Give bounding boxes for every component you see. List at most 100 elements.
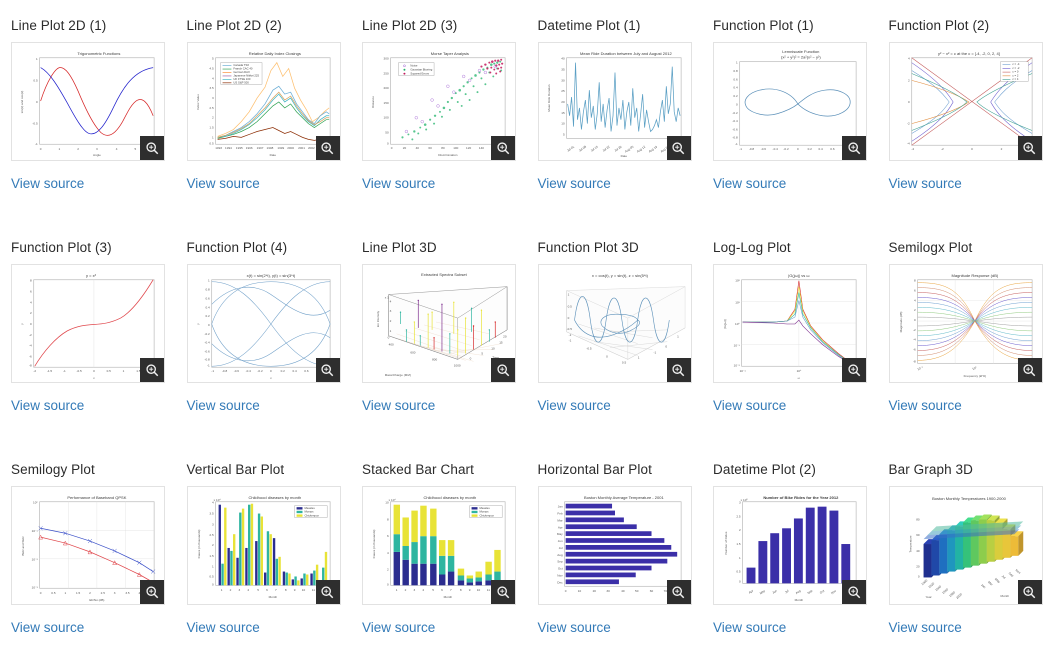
thumbnail-line-plot-2d-1[interactable]: Trigonometric Functions 1 0.5 0 -0.5 -1 0 1… bbox=[11, 42, 165, 161]
view-source-link[interactable]: View source bbox=[187, 621, 260, 635]
view-source-link[interactable]: View source bbox=[187, 399, 260, 413]
svg-text:2: 2 bbox=[211, 116, 213, 120]
svg-text:10: 10 bbox=[577, 589, 581, 593]
svg-text:20: 20 bbox=[592, 589, 596, 593]
magnifier-plus-icon[interactable] bbox=[1017, 580, 1042, 604]
thumbnail-function-plot-1[interactable]: Lemniscate Function (x² + y²)² = 2a²(x² … bbox=[713, 42, 867, 161]
magnifier-plus-icon[interactable] bbox=[491, 358, 515, 382]
view-source-link[interactable]: View source bbox=[713, 621, 786, 635]
magnifier-plus-icon[interactable] bbox=[842, 358, 866, 382]
svg-text:1.5: 1.5 bbox=[76, 591, 81, 595]
svg-text:2: 2 bbox=[739, 528, 741, 532]
svg-text:3: 3 bbox=[211, 522, 213, 526]
thumbnail-line-plot-3d[interactable]: Extracted Spectra Subset x 10⁴ 4 3 2 1 0… bbox=[362, 264, 516, 383]
svg-text:20: 20 bbox=[503, 335, 507, 339]
svg-text:35: 35 bbox=[561, 68, 565, 72]
svg-text:0.8: 0.8 bbox=[205, 288, 210, 292]
view-source-link[interactable]: View source bbox=[187, 177, 260, 191]
legend-item-3: c = 2 bbox=[1012, 73, 1019, 77]
magnifier-plus-icon[interactable] bbox=[842, 580, 866, 604]
thumbnail-function-plot-3d[interactable]: x = cos(t), y = sin(t), z = sin(5*t) 1 0.… bbox=[537, 264, 692, 383]
y-axis-label: Ion Intensity bbox=[376, 310, 380, 327]
magnifier-plus-icon[interactable] bbox=[491, 136, 515, 160]
thumbnail-semilogx-plot[interactable]: Magnitude Response (dB) 864 2 0 -2 -4 -6 -8 … bbox=[888, 264, 1043, 383]
thumbnail-datetime-plot-2[interactable]: Number of Bike Rides for the Year 2012 x… bbox=[713, 486, 867, 605]
magnifier-plus-icon[interactable] bbox=[140, 136, 164, 160]
legend-item-5: US S&P 500 bbox=[233, 80, 249, 84]
magnifier-plus-icon[interactable] bbox=[315, 580, 340, 604]
svg-text:4: 4 bbox=[913, 298, 915, 302]
view-source-link[interactable]: View source bbox=[713, 399, 786, 413]
x-axis-label: Mass/Charge (M/Z) bbox=[385, 373, 411, 377]
thumbnail-datetime-plot-1[interactable]: Mean Ride Duration between July and Augu… bbox=[537, 42, 692, 161]
thumbnail-semilogy-plot[interactable]: Performance of Baseband QPSK 10⁰ 10⁻¹ 10⁻… bbox=[11, 486, 165, 605]
svg-text:0: 0 bbox=[739, 579, 741, 583]
thumbnail-stacked-bar-chart[interactable]: Childhood diseases by month x 10⁴ 10 8 6 4… bbox=[362, 486, 516, 605]
svg-text:40: 40 bbox=[916, 549, 920, 553]
thumbnail-log-log-plot[interactable]: |G(jω)| vs ω 10²10¹10⁰ 10⁻¹10⁻² 10⁻¹10⁰1… bbox=[713, 264, 867, 383]
thumbnail-function-plot-3[interactable]: y = x³ 8 6 4 2 0 -2 -4 -6 -8 -2 -1.5 -1 -0.5 0 0.5… bbox=[11, 264, 165, 383]
magnifier-plus-icon[interactable] bbox=[1017, 136, 1042, 160]
svg-text:1: 1 bbox=[211, 565, 213, 569]
view-source-link[interactable]: View source bbox=[362, 177, 435, 191]
svg-text:May: May bbox=[556, 532, 562, 536]
svg-text:-1: -1 bbox=[735, 142, 738, 146]
svg-text:11: 11 bbox=[311, 588, 314, 592]
magnifier-plus-icon[interactable] bbox=[140, 358, 164, 382]
svg-text:6: 6 bbox=[913, 289, 915, 293]
svg-text:8: 8 bbox=[387, 517, 389, 521]
svg-text:1: 1 bbox=[739, 556, 741, 560]
svg-text:6: 6 bbox=[30, 290, 32, 294]
thumbnail-function-plot-4[interactable]: x(t) = sin(2*t), y(t) = sin(3*t) 1 0.8 0.6… bbox=[186, 264, 341, 383]
magnifier-plus-icon[interactable] bbox=[666, 358, 691, 382]
svg-text:-0.8: -0.8 bbox=[204, 357, 210, 361]
svg-text:1993: 1993 bbox=[215, 146, 222, 150]
magnifier-plus-icon[interactable] bbox=[1017, 358, 1042, 382]
view-source-link[interactable]: View source bbox=[11, 621, 84, 635]
view-source-link[interactable]: View source bbox=[889, 177, 962, 191]
legend-item-4: c = 4 bbox=[1012, 77, 1019, 81]
magnifier-plus-icon[interactable] bbox=[140, 580, 164, 604]
svg-text:1995: 1995 bbox=[235, 146, 242, 150]
view-source-link[interactable]: View source bbox=[538, 177, 611, 191]
gallery-cell-line-plot-2d-1: Line Plot 2D (1) Trigonometric Functions… bbox=[0, 0, 176, 222]
thumbnail-line-plot-2d-3[interactable]: Morse Taper Analysis 300 250 200 150 100 50… bbox=[362, 42, 516, 161]
magnifier-plus-icon[interactable] bbox=[315, 358, 340, 382]
view-source-link[interactable]: View source bbox=[538, 621, 611, 635]
svg-text:140: 140 bbox=[479, 146, 484, 150]
svg-text:5: 5 bbox=[432, 588, 434, 592]
magnifier-plus-icon[interactable] bbox=[491, 580, 515, 604]
svg-text:-1: -1 bbox=[568, 333, 571, 337]
thumbnail-function-plot-2[interactable]: y² − x² = c at the c = [-4, -2, 0, 2, 4]… bbox=[888, 42, 1043, 161]
magnifier-plus-icon[interactable] bbox=[666, 580, 691, 604]
view-source-link[interactable]: View source bbox=[889, 399, 962, 413]
view-source-link[interactable]: View source bbox=[362, 621, 435, 635]
legend-item-0: Measles bbox=[304, 506, 315, 510]
view-source-link[interactable]: View source bbox=[713, 177, 786, 191]
thumbnail-line-plot-2d-2[interactable]: Relative Daily Index Closings 5 4.5 4 3.5 … bbox=[186, 42, 341, 161]
view-source-link[interactable]: View source bbox=[362, 399, 435, 413]
cell-title: Vertical Bar Plot bbox=[186, 462, 285, 477]
svg-text:1.5: 1.5 bbox=[209, 554, 214, 558]
svg-text:3: 3 bbox=[96, 147, 98, 151]
thumbnail-vertical-bar-plot[interactable]: Childhood diseases by month x 10⁴ 4 3.5 3 … bbox=[186, 486, 341, 605]
view-source-link[interactable]: View source bbox=[538, 399, 611, 413]
plot-title: Morse Taper Analysis bbox=[431, 51, 469, 56]
plot-title: Extracted Spectra Subset bbox=[421, 272, 468, 277]
svg-text:100: 100 bbox=[453, 146, 458, 150]
view-source-link[interactable]: View source bbox=[889, 621, 962, 635]
svg-text:150: 150 bbox=[384, 101, 389, 105]
svg-text:0.5: 0.5 bbox=[33, 78, 38, 82]
magnifier-plus-icon[interactable] bbox=[842, 136, 866, 160]
view-source-link[interactable]: View source bbox=[11, 399, 84, 413]
magnifier-plus-icon[interactable] bbox=[666, 136, 691, 160]
thumbnail-bar-graph-3d[interactable]: Boston Monthly Temperatures 1900-2000 80… bbox=[888, 486, 1043, 605]
svg-text:0.5: 0.5 bbox=[736, 570, 741, 574]
magnifier-plus-icon[interactable] bbox=[315, 136, 340, 160]
gallery-cell-function-plot-1: Function Plot (1) Lemniscate Function (x… bbox=[702, 0, 878, 222]
legend-item-2: c = 0 bbox=[1012, 70, 1019, 74]
svg-text:0.4: 0.4 bbox=[205, 305, 210, 309]
x-axis-label: Date bbox=[620, 154, 627, 158]
thumbnail-horizontal-bar-plot[interactable]: Boston Monthly Average Temperature - 200… bbox=[537, 486, 692, 605]
view-source-link[interactable]: View source bbox=[11, 177, 84, 191]
